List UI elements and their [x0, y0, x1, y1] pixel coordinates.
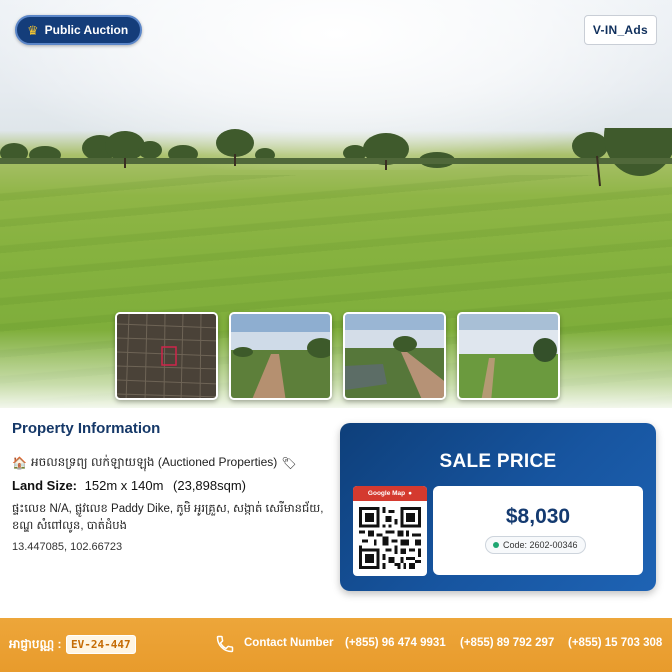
public-auction-badge: ♛ Public Auction — [15, 15, 143, 45]
property-address: ផ្ទះលេខ N/A, ផ្លូវលេខ Paddy Dike, ភូមិ អ… — [12, 503, 324, 532]
property-type-label: អចលនទ្រព្យ លក់ឡាយឡុង (Auctioned Properti… — [30, 455, 278, 469]
hero-photo: ♛ Public Auction V-IN_Ads — [0, 0, 672, 408]
land-size-area: (23,898sqm) — [173, 478, 247, 493]
sale-price-title: SALE PRICE — [439, 451, 557, 472]
google-map-header: Google Map ● — [353, 486, 427, 501]
property-type: 🏠 អចលនទ្រព្យ លក់ឡាយឡុង (Auctioned Proper… — [12, 454, 296, 472]
house-icon: 🏠 — [12, 456, 27, 470]
public-auction-label: Public Auction — [44, 23, 129, 37]
land-size-dimensions: 152m x 140m — [84, 478, 164, 493]
price-value: $8,030 — [505, 505, 571, 528]
crown-icon: ♛ — [27, 22, 39, 38]
brand-logo-badge: V-IN_Ads — [583, 15, 657, 45]
price-card: $8,030 Code: 2602-00346 — [433, 486, 643, 575]
tag-icon: 🏷 — [281, 456, 297, 470]
status-dot-icon — [493, 542, 499, 548]
google-map-label: Google Map — [367, 490, 406, 497]
license-label: អាជ្ញាបណ្ណ : — [9, 637, 62, 651]
listing-code-badge: Code: 2602-00346 — [485, 536, 586, 554]
phone-number-2[interactable]: (+855) 89 792 297 — [460, 637, 554, 649]
phone-number-1[interactable]: (+855) 96 474 9931 — [345, 637, 446, 649]
contact-number-label: Contact Number — [244, 637, 334, 649]
dirt-road-thumbnail[interactable] — [229, 312, 332, 400]
sale-price-panel: SALE PRICE Google Map ● $8,030 Code: 260… — [340, 423, 656, 591]
phone-icon — [216, 635, 234, 653]
open-field-thumbnail[interactable] — [457, 312, 560, 400]
satellite-map-thumbnail[interactable] — [115, 312, 218, 400]
land-size: Land Size: 152m x 140m (23,898sqm) — [12, 478, 246, 493]
land-size-label: Land Size: — [12, 478, 78, 493]
qr-code-icon — [359, 507, 421, 569]
license-code: EV-24-447 — [66, 635, 136, 654]
footer-bar: អាជ្ញាបណ្ណ : EV-24-447 Contact Number (+… — [0, 618, 672, 672]
gps-coordinates[interactable]: 13.447085, 102.66723 — [12, 541, 122, 553]
map-pin-icon: ● — [408, 490, 413, 497]
listing-code: Code: 2602-00346 — [503, 540, 578, 550]
property-info-title: Property Information — [12, 420, 161, 437]
road-with-pond-thumbnail[interactable] — [343, 312, 446, 400]
google-map-qr[interactable]: Google Map ● — [353, 486, 427, 576]
photo-thumbnails — [115, 312, 560, 400]
phone-number-3[interactable]: (+855) 15 703 308 — [568, 637, 662, 649]
brand-logo-label: V-IN_Ads — [592, 23, 648, 37]
